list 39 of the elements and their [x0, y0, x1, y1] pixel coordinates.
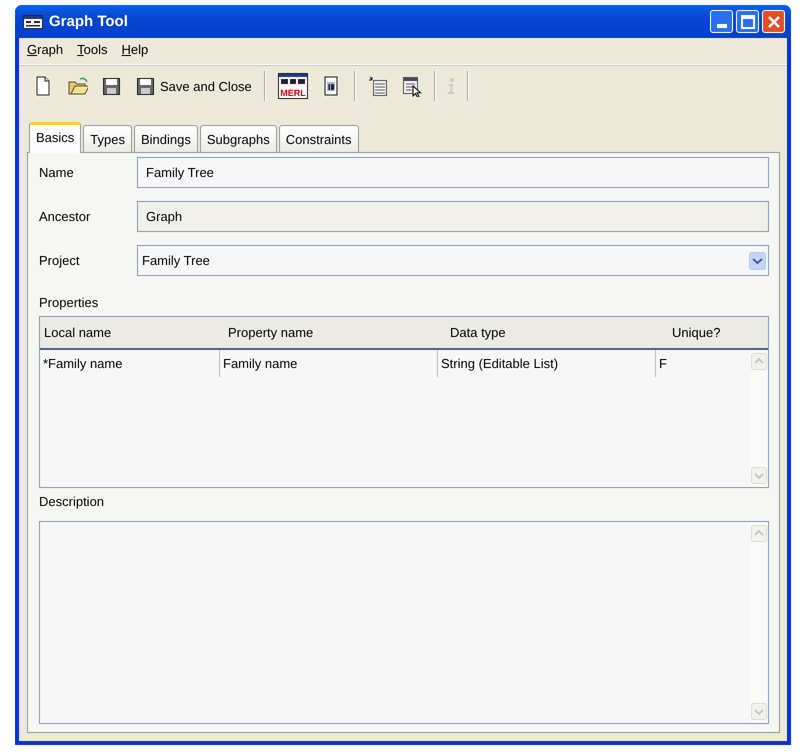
tab[interactable]: Types: [83, 125, 132, 152]
field-label: Ancestor: [39, 209, 92, 224]
column-header[interactable]: Property name: [224, 325, 446, 340]
table-cell: String (Editable List): [438, 350, 656, 377]
minimize-icon[interactable]: [716, 24, 726, 28]
maximize-icon[interactable]: [740, 14, 754, 28]
section-label: Properties: [39, 295, 100, 310]
merl-icon: MERL: [278, 73, 308, 99]
save-and-close-button[interactable]: Save and Close: [131, 74, 257, 98]
field-label: Project: [39, 253, 80, 268]
dropdown[interactable]: Family Tree: [137, 245, 769, 276]
maximize-button[interactable]: [736, 10, 759, 33]
tab[interactable]: Basics: [29, 122, 82, 153]
tab[interactable]: Subgraphs: [200, 125, 277, 152]
minimize-button[interactable]: [710, 10, 733, 33]
toolbar-button[interactable]: MERL: [272, 71, 313, 101]
new-list-icon: [368, 76, 388, 96]
window-title: Graph Tool: [49, 13, 129, 30]
table-cell: *Family name: [40, 350, 220, 377]
column-header[interactable]: Local name: [40, 325, 224, 340]
info-icon: [448, 78, 455, 94]
menu-item[interactable]: Help: [122, 42, 148, 60]
close-icon[interactable]: [766, 14, 780, 28]
tab[interactable]: Constraints: [278, 125, 358, 152]
menu-item[interactable]: Tools: [77, 42, 108, 60]
column-header[interactable]: Unique?: [668, 325, 768, 340]
folder-icon: [68, 76, 88, 96]
description-field[interactable]: [39, 521, 769, 724]
field-label: Name: [39, 165, 75, 180]
table-cell: Family name: [220, 350, 438, 377]
column-header[interactable]: Data type: [446, 325, 668, 340]
form-pointer-icon: [402, 76, 422, 96]
input-field[interactable]: Family Tree: [137, 157, 769, 188]
section-label: Description: [39, 494, 106, 509]
table-cell-text: F: [658, 355, 668, 373]
menu-item[interactable]: Graph: [27, 42, 64, 60]
app-icon: [23, 14, 43, 28]
tab[interactable]: Bindings: [134, 125, 198, 152]
close-button[interactable]: [762, 10, 785, 33]
